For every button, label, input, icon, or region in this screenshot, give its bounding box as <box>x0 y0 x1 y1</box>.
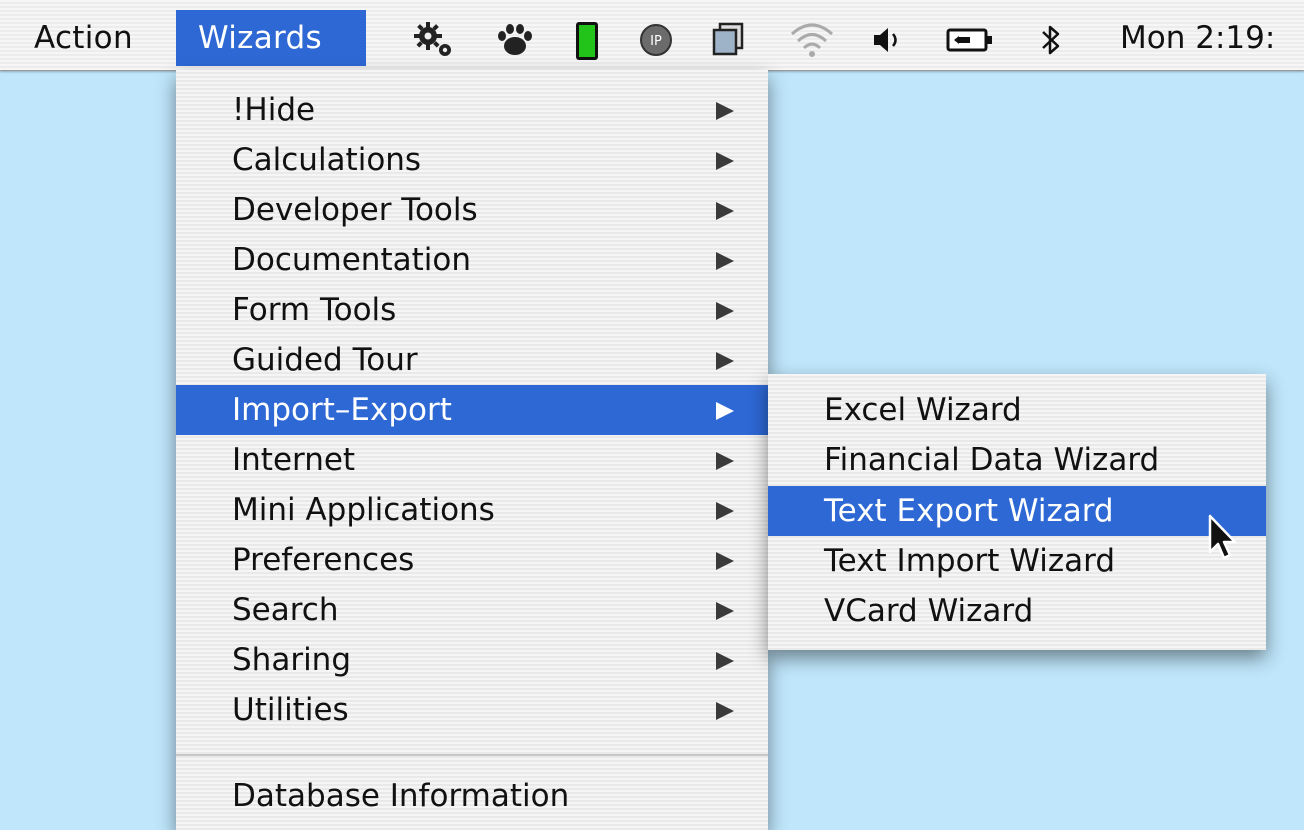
submenu-item-label: VCard Wizard <box>824 593 1034 629</box>
submenu-item-excel-wizard[interactable]: Excel Wizard <box>768 385 1266 435</box>
submenu-arrow-icon <box>716 702 734 720</box>
paw-icon[interactable] <box>493 20 537 64</box>
submenu-item-text-export-wizard[interactable]: Text Export Wizard <box>768 486 1266 536</box>
menu-item-form-tools[interactable]: Form Tools <box>176 285 768 335</box>
power-plug-icon[interactable] <box>942 20 998 64</box>
submenu-arrow-icon <box>716 102 734 120</box>
bluetooth-icon[interactable] <box>1036 20 1066 64</box>
menu-item-label: Calculations <box>232 142 422 178</box>
mouse-pointer-icon <box>1208 514 1238 566</box>
import-export-submenu: Excel Wizard Financial Data Wizard Text … <box>768 374 1266 650</box>
submenu-item-text-import-wizard[interactable]: Text Import Wizard <box>768 536 1266 586</box>
menu-item-label: Documentation <box>232 242 471 278</box>
menu-item-label: Import–Export <box>232 392 452 428</box>
submenu-arrow-icon <box>716 152 734 170</box>
submenu-arrow-icon <box>716 302 734 320</box>
submenu-item-financial-data-wizard[interactable]: Financial Data Wizard <box>768 435 1266 485</box>
battery-level-icon[interactable] <box>570 20 604 64</box>
gears-icon[interactable] <box>412 20 456 64</box>
submenu-item-vcard-wizard[interactable]: VCard Wizard <box>768 586 1266 636</box>
menu-item-import-export[interactable]: Import–Export <box>176 385 768 435</box>
network-globe-icon[interactable]: IP <box>634 20 678 64</box>
menu-item-utilities[interactable]: Utilities <box>176 685 768 735</box>
submenu-arrow-icon <box>716 452 734 470</box>
submenu-arrow-icon <box>716 602 734 620</box>
display-icon[interactable] <box>710 20 750 64</box>
menu-action[interactable]: Action <box>34 10 133 66</box>
svg-text:IP: IP <box>650 34 662 49</box>
menu-item-documentation[interactable]: Documentation <box>176 235 768 285</box>
submenu-arrow-icon <box>716 502 734 520</box>
menu-item-label: Preferences <box>232 542 415 578</box>
menu-item-label: Mini Applications <box>232 492 495 528</box>
menu-item-label: Sharing <box>232 642 352 678</box>
submenu-item-label: Financial Data Wizard <box>824 442 1160 478</box>
menu-bar: Action Wizards IP Mon 2:19: <box>0 0 1304 71</box>
menu-separator <box>176 754 768 756</box>
menu-item-label: Search <box>232 592 339 628</box>
menu-item-calculations[interactable]: Calculations <box>176 135 768 185</box>
menu-item-sharing[interactable]: Sharing <box>176 635 768 685</box>
menu-bar-clock[interactable]: Mon 2:19: <box>1120 10 1275 66</box>
wizards-dropdown-menu: !Hide Calculations Developer Tools Docum… <box>176 70 768 830</box>
menu-item-guided-tour[interactable]: Guided Tour <box>176 335 768 385</box>
menu-item-developer-tools[interactable]: Developer Tools <box>176 185 768 235</box>
menu-item-search[interactable]: Search <box>176 585 768 635</box>
menu-item-label: Utilities <box>232 692 349 728</box>
submenu-item-label: Excel Wizard <box>824 392 1022 428</box>
submenu-item-label: Text Export Wizard <box>824 493 1114 529</box>
menu-item-internet[interactable]: Internet <box>176 435 768 485</box>
submenu-item-label: Text Import Wizard <box>824 543 1116 579</box>
menu-item-mini-applications[interactable]: Mini Applications <box>176 485 768 535</box>
menu-item-preferences[interactable]: Preferences <box>176 535 768 585</box>
menu-item-label: Developer Tools <box>232 192 478 228</box>
menu-wizards[interactable]: Wizards <box>176 10 366 66</box>
menu-item-label: Guided Tour <box>232 342 418 378</box>
menu-item-label: Internet <box>232 442 356 478</box>
menu-item-label: Form Tools <box>232 292 397 328</box>
submenu-arrow-icon <box>716 202 734 220</box>
menu-item-hide[interactable]: !Hide <box>176 85 768 135</box>
submenu-arrow-icon <box>716 552 734 570</box>
volume-icon[interactable] <box>870 20 906 64</box>
submenu-arrow-icon <box>716 352 734 370</box>
submenu-arrow-icon <box>716 652 734 670</box>
submenu-arrow-icon <box>716 252 734 270</box>
wifi-icon[interactable] <box>788 20 836 64</box>
menu-item-label: !Hide <box>232 92 316 128</box>
submenu-arrow-icon <box>716 402 734 420</box>
